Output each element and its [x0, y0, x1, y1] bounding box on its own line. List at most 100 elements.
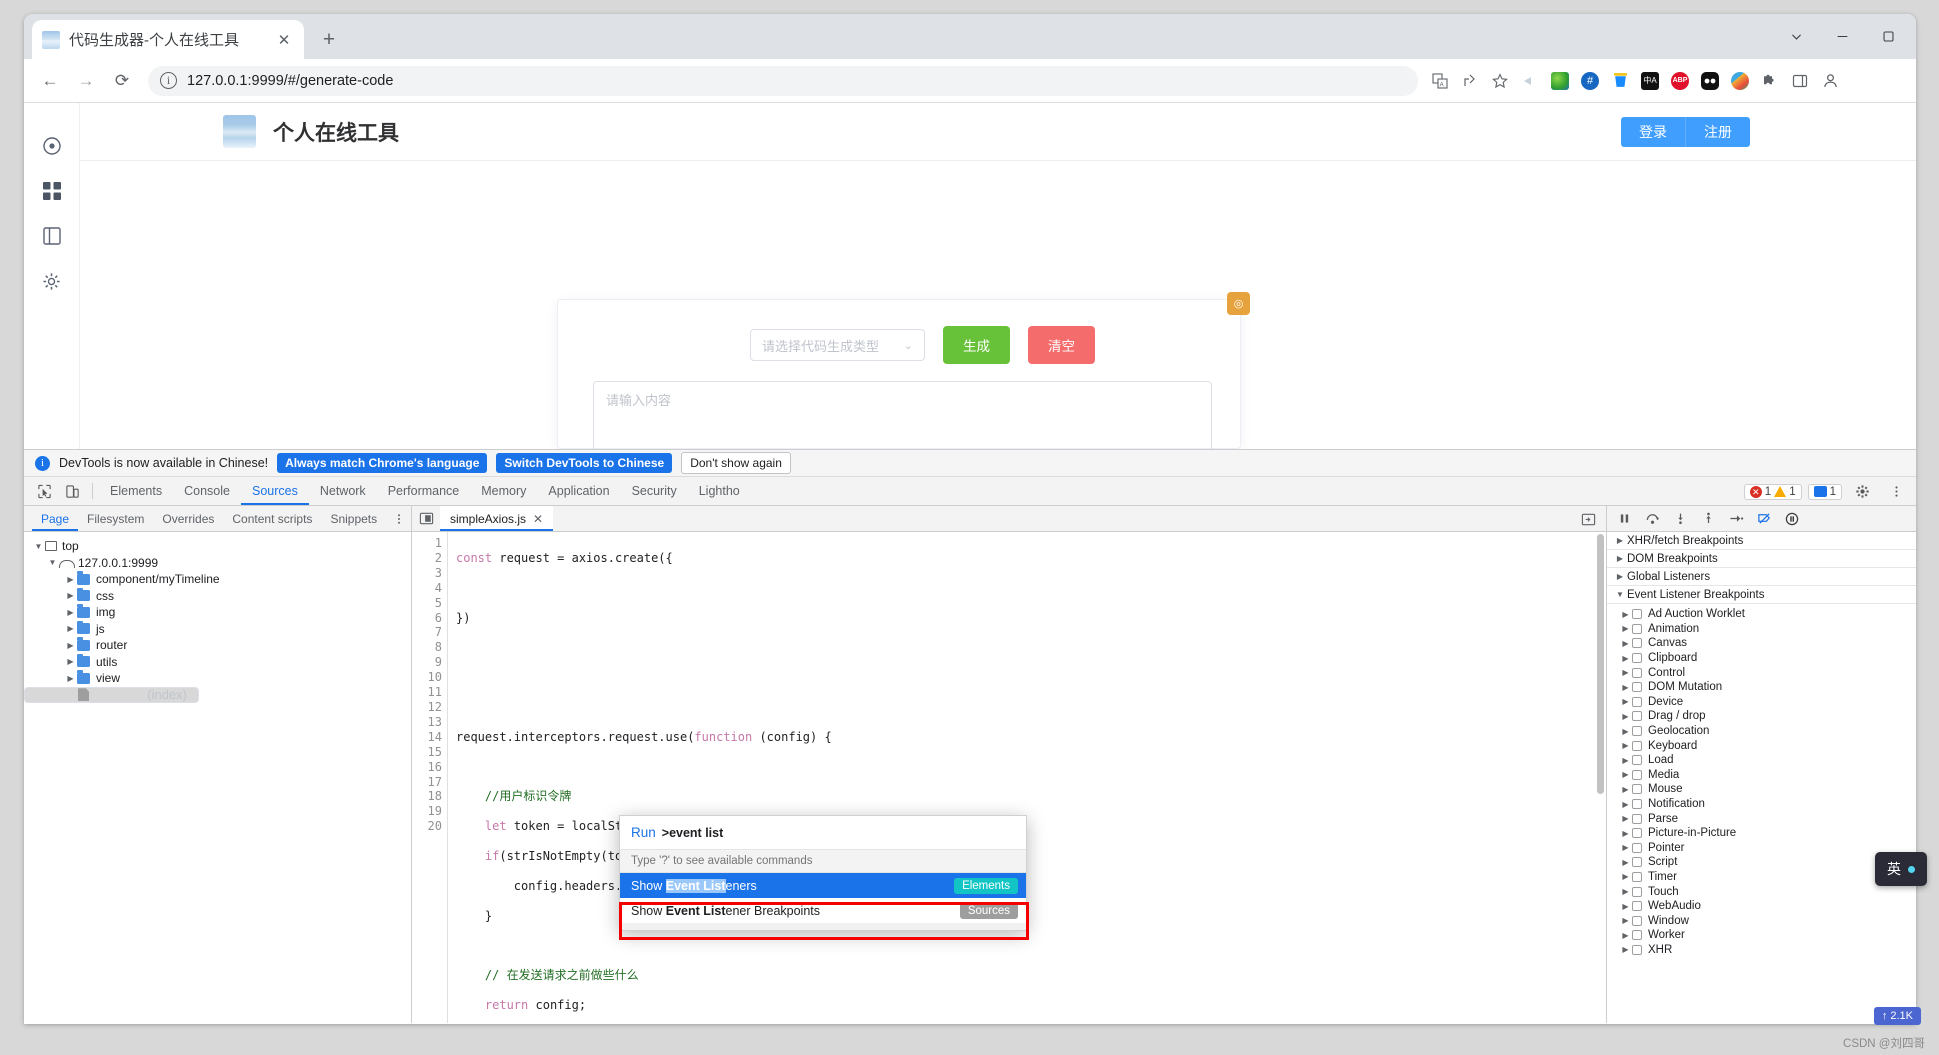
- twisty-icon[interactable]: ▶: [1619, 800, 1632, 809]
- event-category-checkbox[interactable]: [1632, 784, 1642, 795]
- event-category-checkbox[interactable]: [1632, 828, 1642, 839]
- pause-on-exceptions-icon[interactable]: [1779, 508, 1805, 530]
- event-category-checkbox[interactable]: [1632, 726, 1642, 737]
- event-category-checkbox[interactable]: [1632, 886, 1642, 897]
- editor-scrollbar[interactable]: [1596, 532, 1606, 1023]
- twisty-icon[interactable]: ▶: [64, 674, 77, 683]
- event-category-row[interactable]: ▶ Load: [1607, 753, 1916, 768]
- twisty-icon[interactable]: ▶: [1619, 639, 1632, 648]
- clear-button[interactable]: 清空: [1028, 326, 1095, 364]
- event-category-row[interactable]: ▶ XHR: [1607, 943, 1916, 958]
- pause-icon[interactable]: [1611, 508, 1637, 530]
- step-icon[interactable]: [1723, 508, 1749, 530]
- twisty-icon[interactable]: ▶: [1619, 814, 1632, 823]
- section-dom-breakpoints[interactable]: ▶ DOM Breakpoints: [1607, 550, 1916, 568]
- adblock-icon[interactable]: ABP: [1666, 67, 1694, 95]
- event-category-row[interactable]: ▶ Timer: [1607, 870, 1916, 885]
- deactivate-breakpoints-icon[interactable]: [1751, 508, 1777, 530]
- tree-node-folder[interactable]: ▶ view: [24, 670, 411, 687]
- tree-node-folder[interactable]: ▶ utils: [24, 653, 411, 671]
- editor-scrollbar-thumb[interactable]: [1597, 534, 1604, 794]
- event-category-row[interactable]: ▶ Parse: [1607, 811, 1916, 826]
- tab-security[interactable]: Security: [621, 477, 688, 505]
- nav-tab-content-scripts[interactable]: Content scripts: [223, 506, 321, 531]
- sidepanel-icon[interactable]: [1786, 67, 1814, 95]
- event-category-row[interactable]: ▶ Control: [1607, 665, 1916, 680]
- profile-icon[interactable]: [1816, 67, 1844, 95]
- twisty-icon[interactable]: ▶: [1619, 654, 1632, 663]
- location-icon[interactable]: [41, 135, 63, 157]
- event-category-row[interactable]: ▶ Geolocation: [1607, 724, 1916, 739]
- twisty-icon[interactable]: ▶: [1619, 668, 1632, 677]
- address-bar[interactable]: i 127.0.0.1:9999/#/generate-code: [148, 65, 1418, 96]
- close-icon[interactable]: ✕: [533, 512, 543, 526]
- nav-tab-page[interactable]: Page: [32, 506, 78, 531]
- tab-application[interactable]: Application: [537, 477, 620, 505]
- generate-button[interactable]: 生成: [943, 326, 1010, 364]
- maximize-icon[interactable]: [1866, 20, 1910, 54]
- event-category-checkbox[interactable]: [1632, 930, 1642, 941]
- event-category-row[interactable]: ▶ Keyboard: [1607, 738, 1916, 753]
- event-category-row[interactable]: ▶ Picture-in-Picture: [1607, 826, 1916, 841]
- event-category-row[interactable]: ▶ Pointer: [1607, 841, 1916, 856]
- twisty-icon[interactable]: ▶: [1619, 916, 1632, 925]
- hash-icon[interactable]: #: [1576, 67, 1604, 95]
- show-navigator-icon[interactable]: [412, 506, 440, 531]
- extensions-puzzle-icon[interactable]: [1756, 67, 1784, 95]
- twisty-icon[interactable]: ▶: [1619, 712, 1632, 721]
- tab-search-chevron-icon[interactable]: [1774, 20, 1818, 54]
- step-over-icon[interactable]: [1639, 508, 1665, 530]
- twisty-icon[interactable]: ▶: [1619, 624, 1632, 633]
- event-category-checkbox[interactable]: [1632, 682, 1642, 693]
- tab-lighthouse[interactable]: Lightho: [688, 477, 751, 505]
- twisty-icon[interactable]: ▶: [1619, 741, 1632, 750]
- back-icon[interactable]: ←: [34, 65, 66, 97]
- twisty-icon[interactable]: ▶: [1619, 683, 1632, 692]
- translate-cn-icon[interactable]: 中A: [1636, 67, 1664, 95]
- always-match-language-button[interactable]: Always match Chrome's language: [277, 453, 488, 473]
- content-textarea[interactable]: 请输入内容: [593, 381, 1212, 449]
- scroll-to-top-badge[interactable]: ↑ 2.1K: [1873, 1007, 1921, 1025]
- tree-node-folder[interactable]: ▶ component/myTimeline: [24, 571, 411, 588]
- twisty-icon[interactable]: ▶: [1619, 872, 1632, 881]
- event-category-checkbox[interactable]: [1632, 769, 1642, 780]
- gear-icon[interactable]: [41, 270, 63, 292]
- tab-sources[interactable]: Sources: [241, 477, 309, 505]
- ime-indicator[interactable]: 英: [1875, 852, 1927, 886]
- event-category-row[interactable]: ▶ Notification: [1607, 797, 1916, 812]
- tab-network[interactable]: Network: [309, 477, 377, 505]
- event-category-checkbox[interactable]: [1632, 638, 1642, 649]
- section-event-listener-breakpoints[interactable]: ▼ Event Listener Breakpoints: [1607, 586, 1916, 604]
- fruit-icon[interactable]: [1726, 67, 1754, 95]
- panel-icon[interactable]: [41, 225, 63, 247]
- twisty-icon[interactable]: ▶: [64, 608, 77, 617]
- event-category-row[interactable]: ▶ WebAudio: [1607, 899, 1916, 914]
- command-palette-input[interactable]: Run >event list: [620, 816, 1026, 850]
- navigator-more-icon[interactable]: [393, 506, 405, 532]
- idm-icon[interactable]: [1546, 67, 1574, 95]
- switch-devtools-language-button[interactable]: Switch DevTools to Chinese: [496, 453, 673, 473]
- event-category-checkbox[interactable]: [1632, 755, 1642, 766]
- twisty-icon[interactable]: ▶: [1619, 770, 1632, 779]
- twisty-icon[interactable]: ▼: [1613, 590, 1627, 599]
- tree-node-folder[interactable]: ▶ router: [24, 637, 411, 654]
- code-editor[interactable]: 1 2 3 4 5 6 7 8 9 10 11 12 13 14 15 16 1…: [412, 532, 1606, 1023]
- event-category-checkbox[interactable]: [1632, 653, 1642, 664]
- twisty-icon[interactable]: ▶: [64, 624, 77, 633]
- twisty-icon[interactable]: ▼: [32, 542, 45, 551]
- twisty-icon[interactable]: ▶: [64, 641, 77, 650]
- tab-elements[interactable]: Elements: [99, 477, 173, 505]
- twisty-icon[interactable]: ▶: [1619, 887, 1632, 896]
- twisty-icon[interactable]: ▶: [1613, 554, 1627, 563]
- event-category-checkbox[interactable]: [1632, 609, 1642, 620]
- bookmark-star-icon[interactable]: [1486, 67, 1514, 95]
- section-xhr-fetch-breakpoints[interactable]: ▶ XHR/fetch Breakpoints: [1607, 532, 1916, 550]
- devtools-more-icon[interactable]: [1882, 485, 1910, 498]
- event-category-row[interactable]: ▶ Window: [1607, 913, 1916, 928]
- twisty-icon[interactable]: ▶: [64, 591, 77, 600]
- event-category-checkbox[interactable]: [1632, 915, 1642, 926]
- twisty-icon[interactable]: ▶: [1619, 829, 1632, 838]
- event-category-checkbox[interactable]: [1632, 857, 1642, 868]
- messages-counter[interactable]: 1: [1807, 483, 1842, 500]
- new-tab-button[interactable]: +: [316, 27, 342, 53]
